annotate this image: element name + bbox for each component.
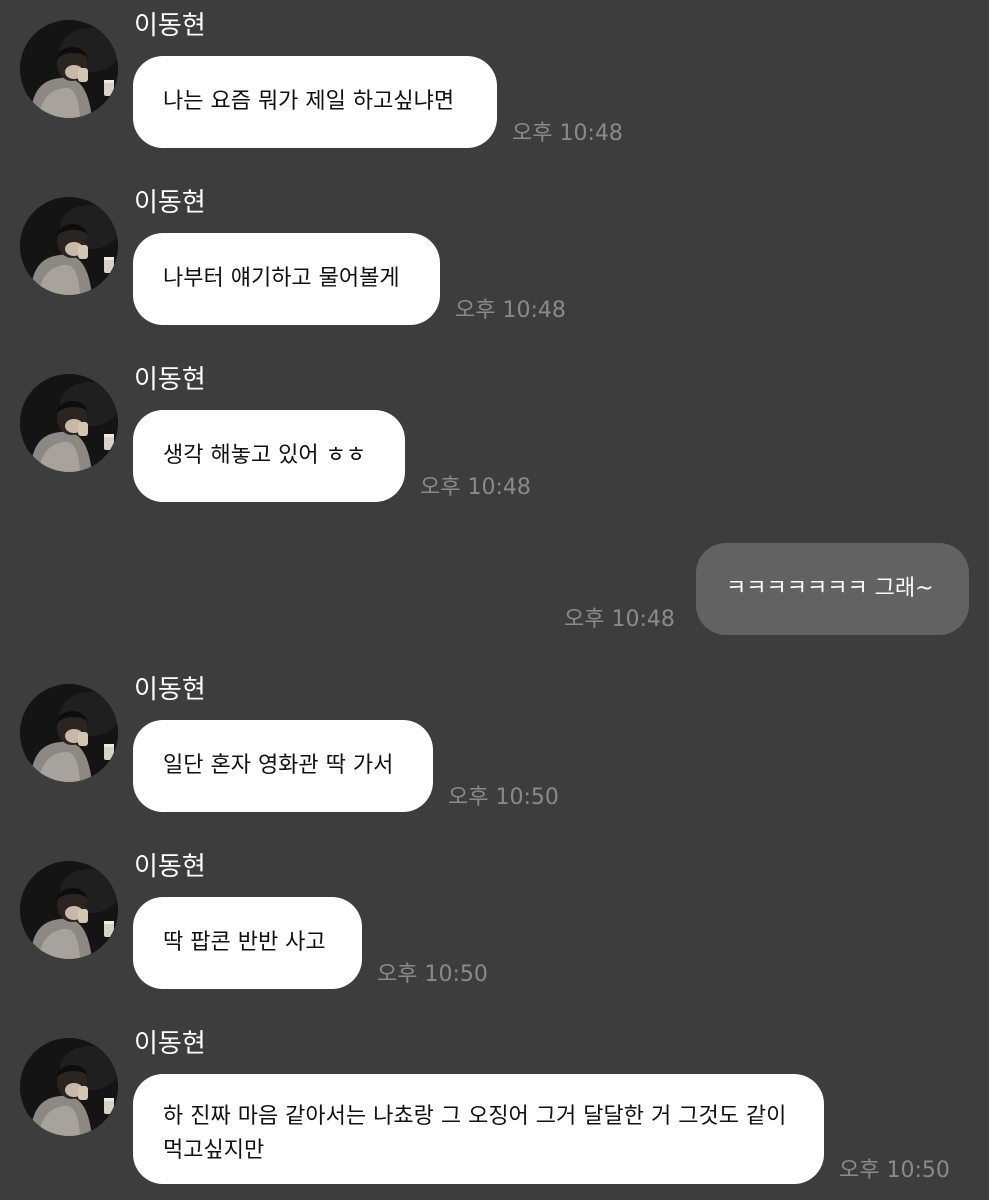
avatar[interactable] <box>20 1038 118 1136</box>
sender-name: 이동현 <box>134 852 206 882</box>
message-bubble[interactable]: 생각 해놓고 있어 ㅎㅎ <box>133 410 405 502</box>
avatar[interactable] <box>20 861 118 959</box>
profile-photo-icon <box>20 20 118 118</box>
sender-name: 이동현 <box>134 188 206 218</box>
message-bubble[interactable]: 일단 혼자 영화관 딱 가서 <box>133 720 433 812</box>
avatar[interactable] <box>20 684 118 782</box>
message-time: 오후 10:50 <box>377 962 488 987</box>
message-time: 오후 10:50 <box>448 785 559 810</box>
chat-thread: 이동현 나는 요즘 뭐가 제일 하고싶냐면 오후 10:48 이동현 나부터 얘… <box>0 0 989 1200</box>
profile-photo-icon <box>20 1038 118 1136</box>
message-bubble[interactable]: 나는 요즘 뭐가 제일 하고싶냐면 <box>133 56 497 148</box>
message-time: 오후 10:48 <box>455 298 566 323</box>
message-bubble[interactable]: 딱 팝콘 반반 사고 <box>133 897 362 989</box>
message-time: 오후 10:48 <box>564 607 675 632</box>
profile-photo-icon <box>20 197 118 295</box>
message-bubble[interactable]: 나부터 얘기하고 물어볼게 <box>133 233 440 325</box>
message-time: 오후 10:48 <box>420 475 531 500</box>
message-time: 오후 10:50 <box>839 1158 950 1183</box>
avatar[interactable] <box>20 20 118 118</box>
sender-name: 이동현 <box>134 1029 206 1059</box>
sender-name: 이동현 <box>134 675 206 705</box>
profile-photo-icon <box>20 684 118 782</box>
message-bubble[interactable]: 하 진짜 마음 같아서는 나쵸랑 그 오징어 그거 달달한 거 그것도 같이 먹… <box>133 1074 824 1184</box>
avatar[interactable] <box>20 374 118 472</box>
sender-name: 이동현 <box>134 11 206 41</box>
avatar[interactable] <box>20 197 118 295</box>
message-time: 오후 10:48 <box>512 121 623 146</box>
message-bubble-mine[interactable]: ㅋㅋㅋㅋㅋㅋㅋ 그래~ <box>696 543 969 635</box>
sender-name: 이동현 <box>134 365 206 395</box>
profile-photo-icon <box>20 374 118 472</box>
profile-photo-icon <box>20 861 118 959</box>
